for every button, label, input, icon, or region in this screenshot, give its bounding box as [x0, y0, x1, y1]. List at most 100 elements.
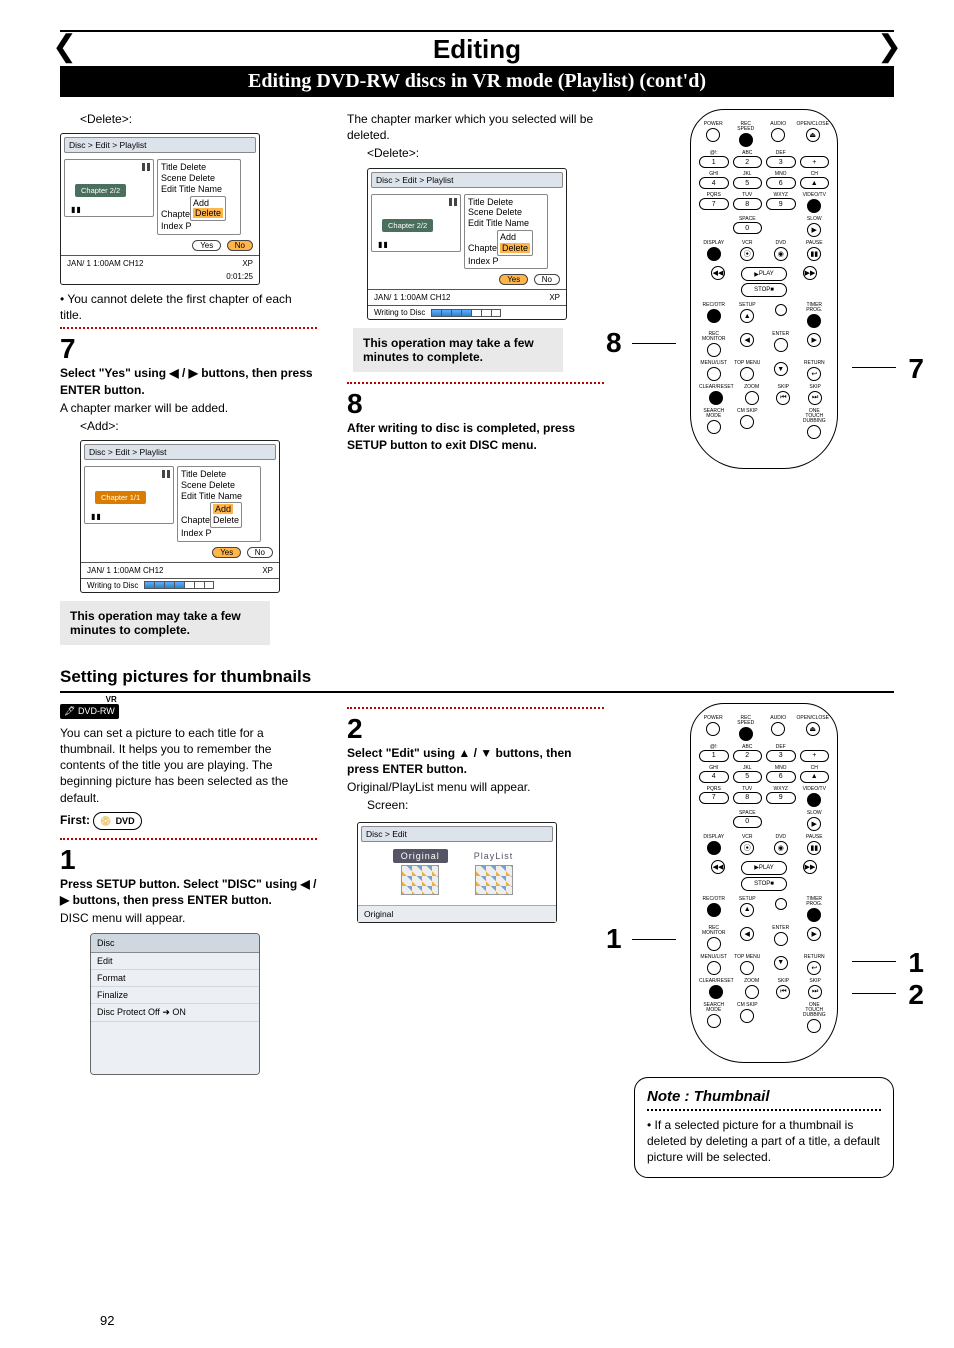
skip-back-button[interactable]: ⏮	[776, 391, 790, 405]
cm-skip-button[interactable]	[740, 415, 754, 429]
display-button[interactable]	[707, 247, 721, 261]
left-button[interactable]: ◀	[740, 333, 754, 347]
thumb-col-right: POWER REC SPEED AUDIO OPEN/CLOSE⏏ @!:1 A…	[634, 703, 894, 1179]
slow-button[interactable]: ▶	[807, 223, 821, 237]
pause-bars: ▮▮	[71, 205, 82, 214]
stop-button[interactable]: STOP ■	[741, 283, 787, 297]
disc-menu-list: Disc Edit Format Finalize Disc Protect O…	[90, 933, 260, 1075]
osd-edit-menu: Disc > Edit Original PlayList Original	[357, 822, 557, 923]
page-number: 92	[100, 1313, 114, 1328]
vcr-button[interactable]: ⦿	[740, 247, 754, 261]
setup-button[interactable]: ▲	[740, 309, 754, 323]
osd-add-writing: Disc > Edit > Playlist Chapter 1/1 ▮▮ Ti…	[80, 440, 280, 593]
no-button[interactable]: No	[227, 240, 253, 251]
step-2-bold: Select "Edit" using ▲ / ▼ buttons, then …	[347, 745, 604, 777]
num-5-button[interactable]: 5	[733, 177, 763, 189]
num-9-button[interactable]: 9	[766, 198, 796, 210]
ff-button[interactable]: ▶▶	[803, 266, 817, 280]
step-1-bold: Press SETUP button. Select "DISC" using …	[60, 876, 317, 908]
clear-reset-button[interactable]	[709, 391, 723, 405]
num-6-button[interactable]: 6	[766, 177, 796, 189]
disc-menu-item[interactable]: Edit	[91, 953, 259, 970]
enter-button[interactable]	[774, 338, 788, 352]
ch-plus-button[interactable]: +	[800, 156, 830, 168]
dvd-button[interactable]: ◉	[774, 247, 788, 261]
dvd-disc-icon: 📀 DVD	[93, 812, 141, 830]
num-3-button[interactable]: 3	[766, 156, 796, 168]
num-8-button[interactable]: 8	[733, 198, 763, 210]
delete-heading: <Delete>:	[80, 111, 317, 127]
play-button[interactable]: ▶ PLAY	[741, 267, 787, 281]
enter-button[interactable]	[774, 932, 788, 946]
decor-left-icon: ❮	[52, 29, 77, 64]
disc-menu-item[interactable]: Finalize	[91, 987, 259, 1004]
col-right-remote-1: POWER REC SPEED AUDIO OPEN/CLOSE⏏ @!:1 A…	[634, 109, 894, 645]
zoom-button[interactable]	[745, 391, 759, 405]
ch-up-button[interactable]: ▲	[800, 177, 830, 189]
edit-playlist-option[interactable]: PlayList	[466, 851, 522, 895]
remote-control-diagram-2: POWER REC SPEED AUDIO OPEN/CLOSE⏏ @!:1 A…	[690, 703, 838, 1063]
callout-2: 2	[908, 979, 924, 1011]
pause-button[interactable]: ▮▮	[807, 247, 821, 261]
open-close-button[interactable]: ⏏	[806, 128, 820, 142]
progress-bar	[144, 581, 214, 589]
rec-otr-button[interactable]	[707, 309, 721, 323]
page-title: Editing	[60, 34, 894, 65]
num-7-button[interactable]: 7	[699, 198, 729, 210]
disc-menu-item[interactable]: Format	[91, 970, 259, 987]
search-mode-button[interactable]	[707, 420, 721, 434]
first-label: First:	[60, 813, 90, 827]
callout-1b: 1	[908, 947, 924, 979]
setup-button[interactable]: ▲	[740, 903, 754, 917]
chapter-chip: Chapter 2/2	[75, 184, 126, 197]
note-body: • If a selected picture for a thumbnail …	[647, 1117, 881, 1166]
col-left: <Delete>: Disc > Edit > Playlist Chapter…	[60, 109, 317, 645]
rec-monitor-button[interactable]	[707, 343, 721, 357]
menu-list-button[interactable]	[707, 367, 721, 381]
osd-delete-writing: Disc > Edit > Playlist Chapter 2/2 ▮▮ Ti…	[367, 168, 567, 321]
step-8-bold: After writing to disc is completed, pres…	[347, 420, 604, 452]
col-mid: The chapter marker which you selected wi…	[347, 109, 604, 645]
step-1-text: DISC menu will appear.	[60, 910, 317, 926]
mid-text: The chapter marker which you selected wi…	[347, 111, 604, 143]
power-button[interactable]	[706, 128, 720, 142]
no-button[interactable]: No	[534, 274, 560, 285]
audio-button[interactable]	[771, 128, 785, 142]
osd-delete-prompt: Disc > Edit > Playlist Chapter 2/2 ▮▮ Ti…	[60, 133, 260, 285]
edit-original-option[interactable]: Original	[393, 851, 448, 895]
add-heading: <Add>:	[80, 418, 317, 434]
remote-control-diagram: POWER REC SPEED AUDIO OPEN/CLOSE⏏ @!:1 A…	[690, 109, 838, 469]
disc-menu-header: Disc	[91, 934, 259, 953]
num-4-button[interactable]: 4	[699, 177, 729, 189]
one-touch-button[interactable]	[807, 425, 821, 439]
thumb-col-mid: 2 Select "Edit" using ▲ / ▼ buttons, the…	[347, 703, 604, 1179]
skip-fwd-button[interactable]: ⏭	[808, 391, 822, 405]
step-2-text: Original/PlayList menu will appear.	[347, 779, 604, 795]
yes-button[interactable]: Yes	[499, 274, 528, 285]
video-tv-button[interactable]	[807, 199, 821, 213]
note-box-a: This operation may take a few minutes to…	[60, 601, 270, 645]
down-button[interactable]: ▼	[774, 362, 788, 376]
delete-heading-2: <Delete>:	[367, 145, 604, 161]
callout-7: 7	[908, 353, 924, 385]
timer-prog-button[interactable]	[807, 314, 821, 328]
yes-button[interactable]: Yes	[192, 240, 221, 251]
note-title: Note : Thumbnail	[647, 1088, 881, 1105]
top-menu-button[interactable]	[740, 367, 754, 381]
vr-badge-icon: 🖋 DVD-RWVR	[60, 704, 119, 719]
pause-icon	[142, 163, 150, 171]
yes-button[interactable]: Yes	[212, 547, 241, 558]
rew-button[interactable]: ◀◀	[711, 266, 725, 280]
no-button[interactable]: No	[247, 547, 273, 558]
num-0-button[interactable]: 0	[733, 222, 763, 234]
return-button[interactable]: ↩	[807, 367, 821, 381]
right-button[interactable]: ▶	[807, 333, 821, 347]
step-2-number: 2	[347, 715, 604, 743]
osd-menu: Title Delete Scene Delete Edit Title Nam…	[157, 159, 241, 235]
rec-speed-button[interactable]	[739, 133, 753, 147]
note-thumbnail-box: Note : Thumbnail • If a selected picture…	[634, 1077, 894, 1179]
note-first-chapter: • You cannot delete the first chapter of…	[60, 291, 317, 323]
disc-menu-item[interactable]: Disc Protect Off ➜ ON	[91, 1004, 259, 1022]
num-2-button[interactable]: 2	[733, 156, 763, 168]
num-1-button[interactable]: 1	[699, 156, 729, 168]
